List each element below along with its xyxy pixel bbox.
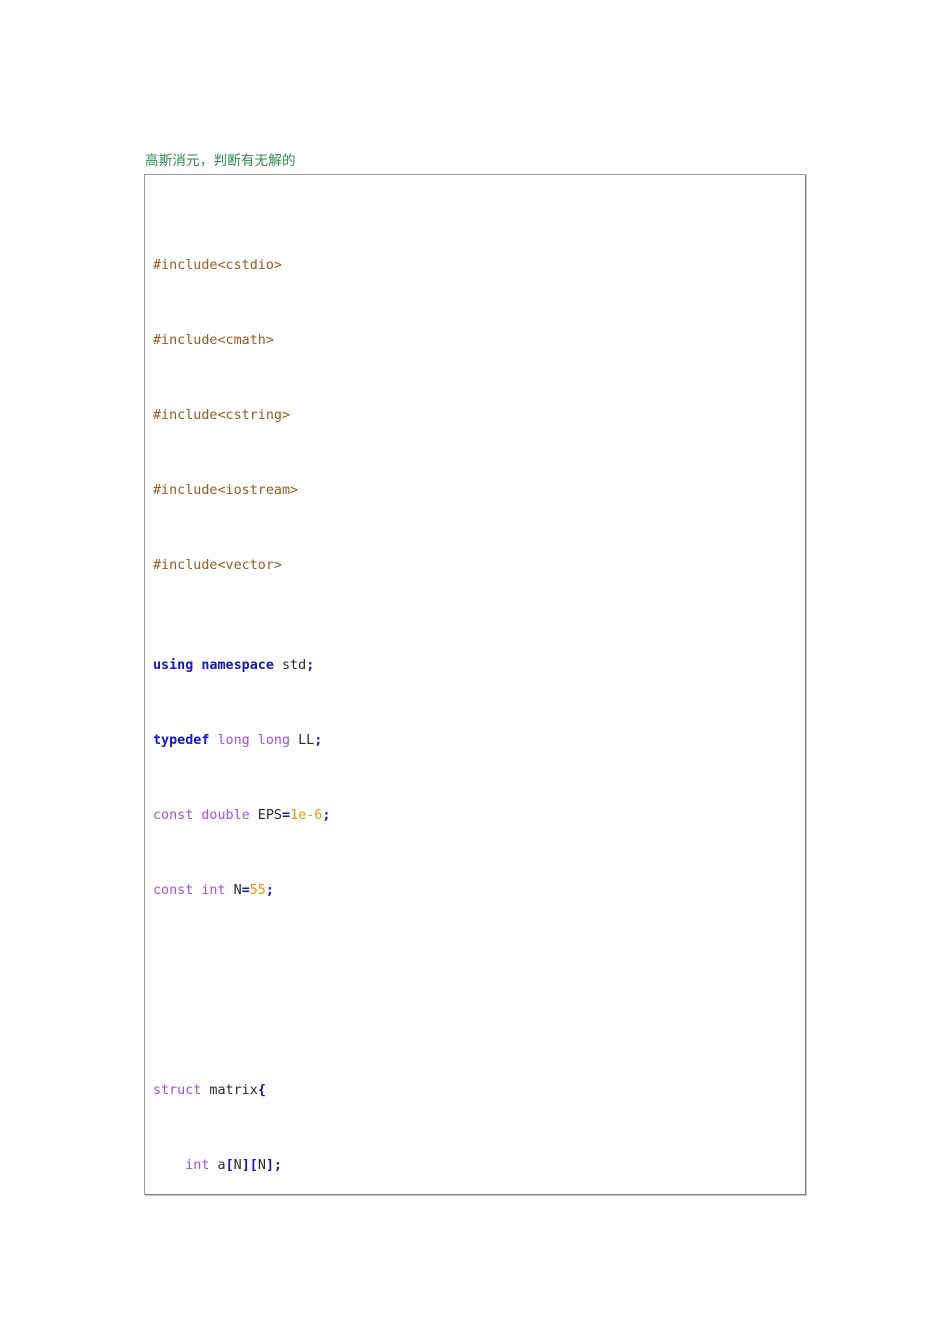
code-line: typedef long long LL;	[153, 733, 323, 748]
code-line: #include<cstdio>	[153, 253, 805, 278]
token-preprocessor: #include<vector>	[153, 558, 282, 573]
code-lines-container: #include<cstdio> #include<cmath> #includ…	[153, 178, 805, 1194]
token-preprocessor: #include<cstring>	[153, 408, 291, 423]
page-title: 高斯消元，判断有无解的	[145, 153, 296, 168]
code-line: #include<iostream>	[153, 478, 805, 503]
code-line: const int N=55;	[153, 883, 274, 898]
code-line: using namespace std;	[153, 658, 315, 673]
code-line: struct matrix{	[153, 1083, 266, 1098]
code-block: #include<cstdio> #include<cmath> #includ…	[144, 174, 806, 1195]
token-preprocessor: #include<cmath>	[153, 333, 274, 348]
token-preprocessor: #include<iostream>	[153, 483, 299, 498]
code-line: int a[N][N];	[185, 1158, 282, 1173]
code-line: #include<cstring>	[153, 403, 805, 428]
document-page: 高斯消元，判断有无解的 #include<cstdio> #include<cm…	[0, 0, 950, 1344]
code-line: const double EPS=1e-6;	[153, 808, 331, 823]
token-preprocessor: #include<cstdio>	[153, 258, 282, 273]
code-line: #include<vector>	[153, 553, 805, 578]
code-line: #include<cmath>	[153, 328, 805, 353]
